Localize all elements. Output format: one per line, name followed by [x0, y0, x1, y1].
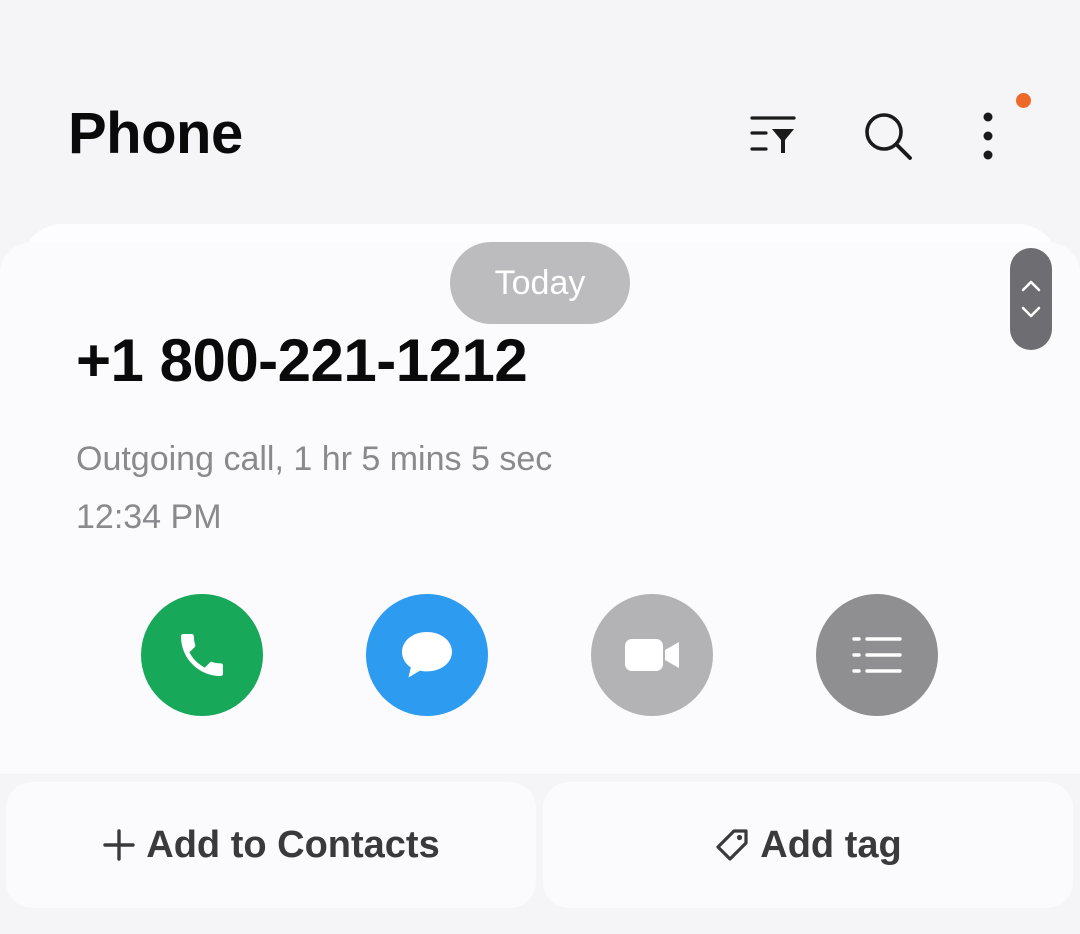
header: Phone	[0, 0, 1080, 225]
fast-scroll-handle[interactable]	[1010, 248, 1052, 350]
video-icon	[625, 639, 679, 671]
add-tag-label: Add tag	[760, 823, 902, 866]
call-button[interactable]	[141, 594, 263, 716]
more-options-button[interactable]	[960, 108, 1016, 164]
message-button[interactable]	[366, 594, 488, 716]
message-icon	[402, 632, 452, 678]
notification-dot	[1016, 93, 1031, 108]
phone-app: Phone Today +1 800-221-1212 Outgoing cal…	[0, 0, 1080, 934]
chevron-up-icon	[1021, 280, 1041, 292]
plus-icon	[103, 829, 135, 861]
phone-icon	[181, 634, 223, 676]
video-call-button[interactable]	[591, 594, 713, 716]
add-tag-button[interactable]: Add tag	[543, 782, 1073, 908]
search-button[interactable]	[860, 108, 916, 164]
more-icon	[983, 112, 993, 160]
add-to-contacts-label: Add to Contacts	[146, 823, 440, 866]
chevron-down-icon	[1021, 306, 1041, 318]
filter-button[interactable]	[745, 108, 801, 164]
filter-icon	[750, 116, 796, 153]
call-time: 12:34 PM	[76, 498, 222, 536]
date-pill: Today	[450, 242, 630, 324]
page-title: Phone	[68, 101, 243, 166]
tag-icon	[716, 829, 748, 861]
details-button[interactable]	[816, 594, 938, 716]
phone-number: +1 800-221-1212	[76, 327, 528, 394]
list-icon	[852, 637, 902, 673]
add-to-contacts-button[interactable]: Add to Contacts	[6, 782, 536, 908]
call-description: Outgoing call, 1 hr 5 mins 5 sec	[76, 440, 553, 478]
search-icon	[865, 113, 912, 160]
